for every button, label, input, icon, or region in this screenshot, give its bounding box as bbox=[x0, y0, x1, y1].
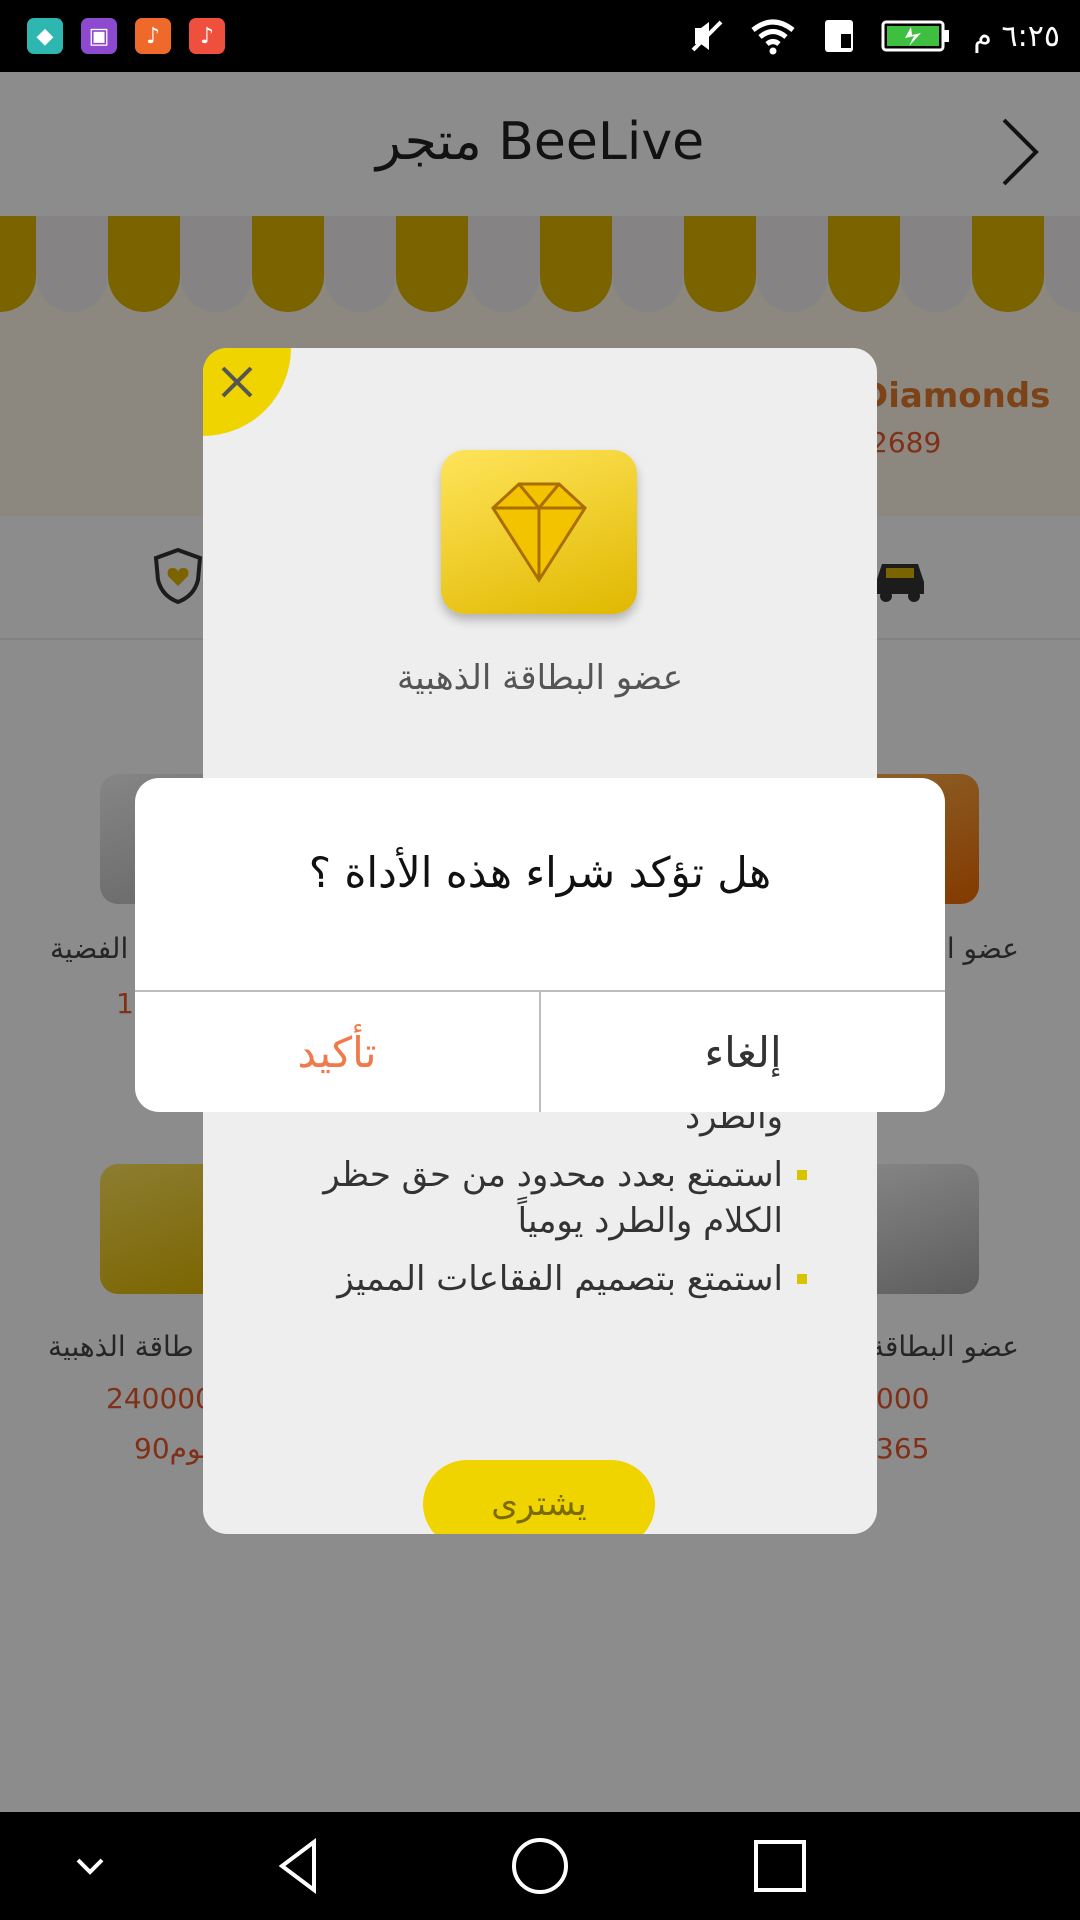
status-bar: ◆ ▣ ♪ ♪ ٦:٢٥ م bbox=[0, 0, 1080, 72]
dialog-message: هل تؤكد شراء هذه الأداة ؟ bbox=[308, 848, 772, 897]
status-time: ٦:٢٥ م bbox=[973, 18, 1060, 54]
benefit-item: استمتع بتصميم الفقاعات المميز bbox=[287, 1256, 807, 1302]
close-icon[interactable] bbox=[215, 360, 259, 404]
gold-diamond-icon bbox=[441, 450, 637, 614]
diamond-icon bbox=[491, 482, 587, 583]
battery-icon bbox=[881, 20, 950, 52]
buy-button[interactable]: يشترى bbox=[423, 1460, 655, 1534]
android-icon: ◆ bbox=[27, 18, 63, 54]
dialog-actions: تأكيد إلغاء bbox=[135, 990, 945, 1112]
benefit-item: استمتع بعدد محدود من حق حظر الكلام والطر… bbox=[287, 1152, 807, 1244]
back-icon[interactable] bbox=[270, 1836, 330, 1896]
product-title: عضو البطاقة الذهبية bbox=[396, 658, 684, 698]
navigation-bar bbox=[0, 1812, 1080, 1920]
confirm-button[interactable]: تأكيد bbox=[135, 992, 541, 1112]
close-corner bbox=[203, 348, 291, 436]
gallery-icon: ▣ bbox=[81, 18, 117, 54]
recents-icon[interactable] bbox=[750, 1836, 810, 1896]
home-icon[interactable] bbox=[510, 1836, 570, 1896]
store-page: متجر BeeLive Diamonds 2689 الفضية 1 عضو … bbox=[0, 72, 1080, 1812]
mute-icon bbox=[692, 20, 723, 52]
confirm-dialog: هل تؤكد شراء هذه الأداة ؟ تأكيد إلغاء bbox=[135, 778, 945, 1112]
music-icon: ♪ bbox=[189, 18, 225, 54]
status-indicators: ٦:٢٥ م bbox=[687, 10, 1060, 62]
chevron-down-icon[interactable] bbox=[60, 1836, 120, 1896]
sim-icon bbox=[825, 20, 854, 52]
wifi-icon bbox=[751, 19, 795, 55]
music-icon: ♪ bbox=[135, 18, 171, 54]
cancel-button[interactable]: إلغاء bbox=[541, 992, 945, 1112]
